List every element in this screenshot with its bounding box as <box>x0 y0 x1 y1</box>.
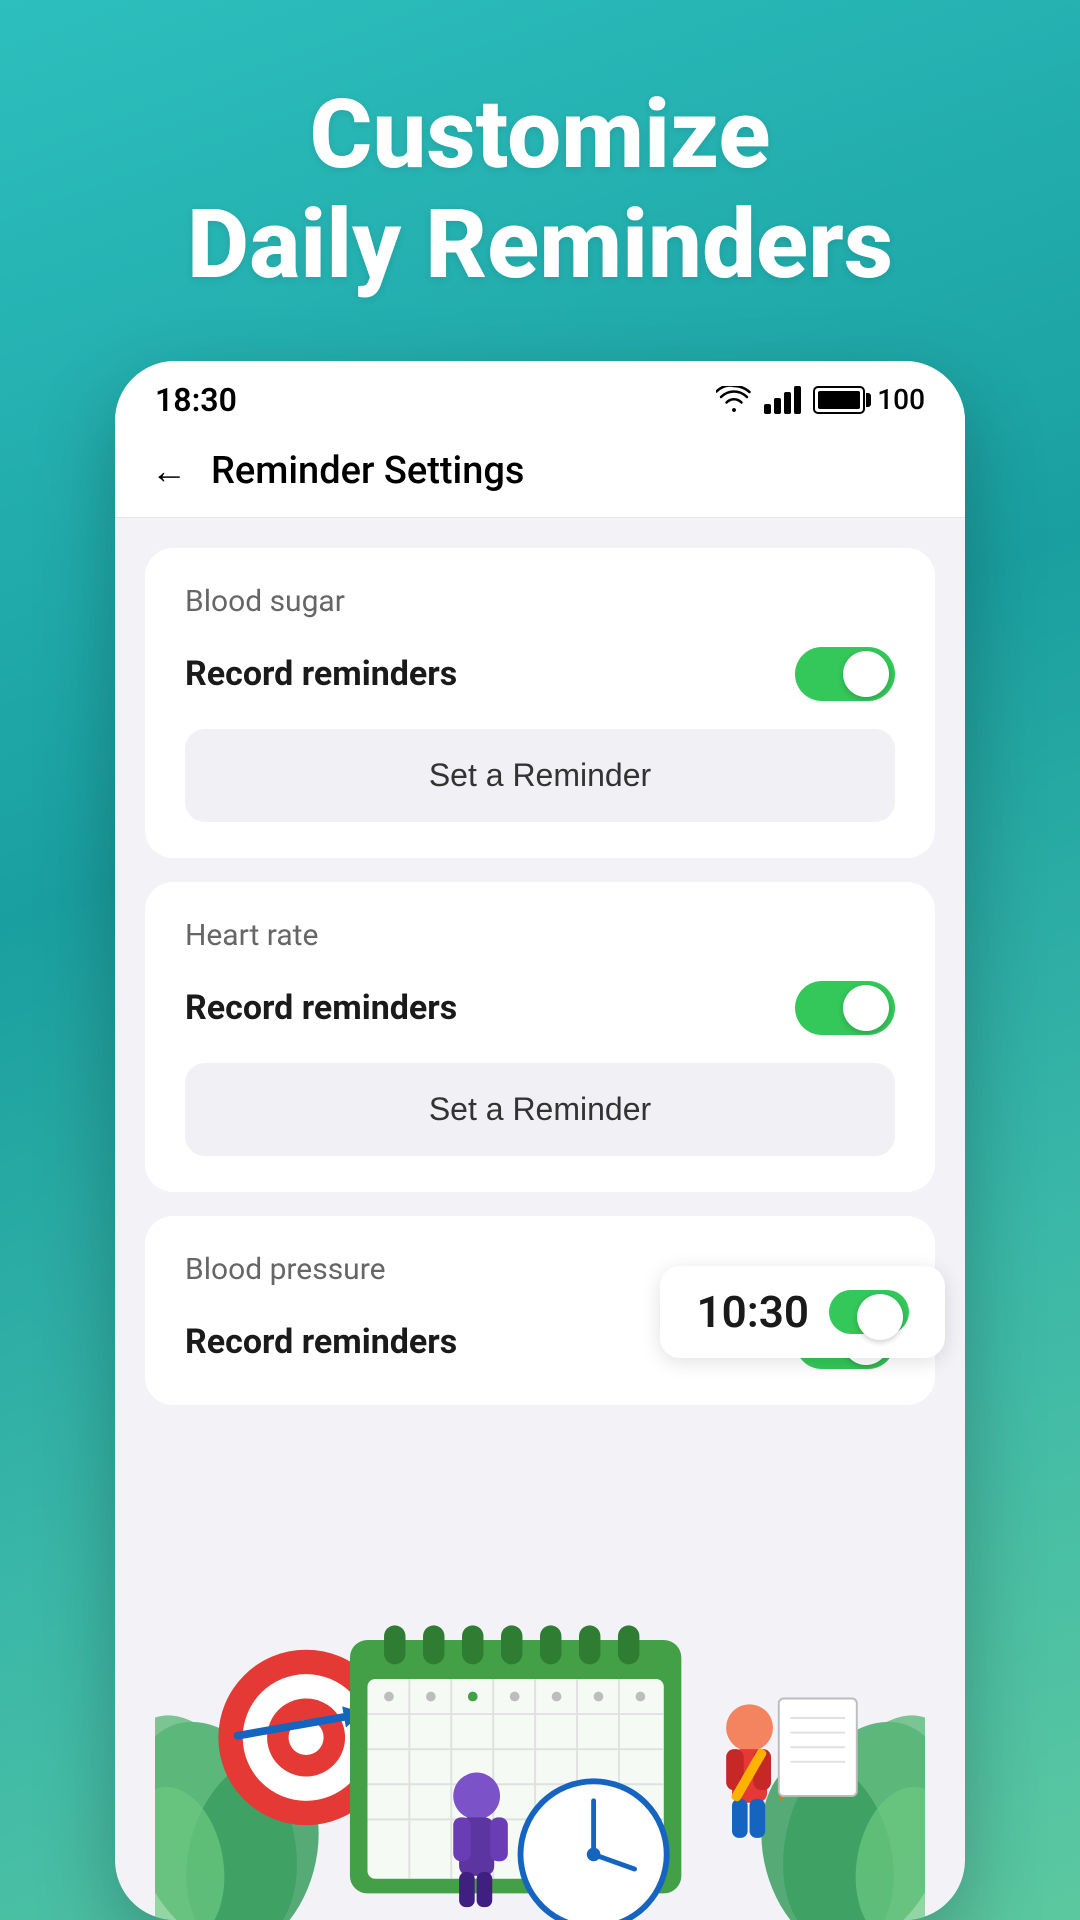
heart-rate-label: Heart rate <box>185 918 895 953</box>
status-icons: 100 <box>716 383 925 416</box>
page-title: Reminder Settings <box>211 449 524 493</box>
blood-sugar-set-reminder-button[interactable]: Set a Reminder <box>185 729 895 822</box>
heart-rate-set-reminder-button[interactable]: Set a Reminder <box>185 1063 895 1156</box>
phone-frame: 18:30 100 ← Reminder Settings <box>115 361 965 1920</box>
bottom-illustration <box>145 1419 935 1920</box>
heart-rate-card: Heart rate Record reminders Set a Remind… <box>145 882 935 1192</box>
time-badge: 10:30 <box>660 1266 945 1358</box>
battery-level: 100 <box>877 383 925 416</box>
illustration-svg <box>155 1419 925 1920</box>
blood-sugar-card: Blood sugar Record reminders Set a Remin… <box>145 548 935 858</box>
content-area: Blood sugar Record reminders Set a Remin… <box>115 518 965 1920</box>
main-title: Customize Daily Reminders <box>60 80 1020 301</box>
time-badge-toggle[interactable] <box>829 1290 909 1334</box>
back-button[interactable]: ← <box>151 450 187 492</box>
nav-bar: ← Reminder Settings <box>115 429 965 518</box>
time-badge-value: 10:30 <box>696 1286 809 1338</box>
battery-icon <box>813 386 865 414</box>
blood-sugar-toggle[interactable] <box>795 647 895 701</box>
blood-sugar-label: Blood sugar <box>185 584 895 619</box>
status-bar: 18:30 100 <box>115 361 965 429</box>
blood-pressure-record-label: Record reminders <box>185 1322 457 1362</box>
wifi-icon <box>716 386 752 414</box>
signal-icon <box>764 386 801 414</box>
heart-rate-record-row: Record reminders <box>185 981 895 1035</box>
blood-sugar-record-label: Record reminders <box>185 654 457 694</box>
heart-rate-toggle[interactable] <box>795 981 895 1035</box>
status-time: 18:30 <box>155 381 237 419</box>
heart-rate-record-label: Record reminders <box>185 988 457 1028</box>
blood-pressure-card: Blood pressure Record reminders 10:30 <box>145 1216 935 1405</box>
header-section: Customize Daily Reminders <box>0 0 1080 361</box>
blood-sugar-record-row: Record reminders <box>185 647 895 701</box>
